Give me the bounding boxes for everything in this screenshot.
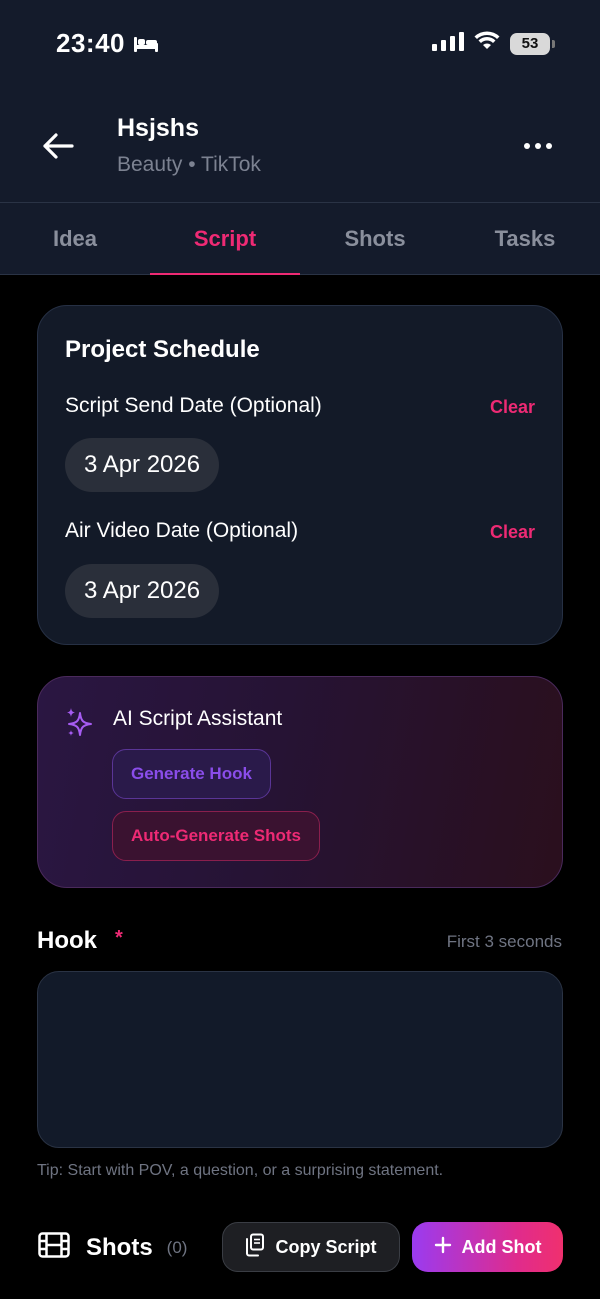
more-dot [546, 143, 552, 149]
shots-title: Shots [86, 1233, 153, 1261]
back-button[interactable] [36, 124, 80, 168]
tab-idea[interactable]: Idea [0, 203, 150, 274]
copy-script-label: Copy Script [275, 1236, 377, 1257]
bed-icon [133, 35, 159, 53]
battery-indicator: 53 [510, 32, 555, 55]
tab-shots[interactable]: Shots [300, 203, 450, 274]
sparkle-icon [64, 707, 94, 744]
generate-hook-button[interactable]: Generate Hook [112, 749, 271, 799]
required-marker: * [115, 927, 123, 949]
clear-air-video-date-button[interactable]: Clear [490, 522, 535, 543]
time-text: 23:40 [56, 28, 125, 58]
plus-icon [434, 1236, 452, 1259]
arrow-left-icon [43, 133, 74, 159]
hook-hint: First 3 seconds [446, 932, 562, 951]
air-video-date-picker[interactable]: 3 Apr 2026 [65, 564, 220, 618]
shots-count: (0) [166, 1237, 188, 1257]
hook-label: Hook [37, 927, 97, 954]
add-shot-button[interactable]: Add Shot [412, 1222, 563, 1272]
clear-script-send-date-button[interactable]: Clear [490, 397, 535, 418]
shots-section-header: Shots (0) [38, 1232, 187, 1263]
schedule-title: Project Schedule [65, 336, 260, 363]
copy-script-button[interactable]: Copy Script [222, 1222, 400, 1272]
ai-assistant-title: AI Script Assistant [113, 707, 283, 730]
tab-bar: Idea Script Shots Tasks [0, 203, 600, 275]
more-dot [524, 143, 530, 149]
wifi-icon [474, 31, 500, 56]
more-dot [535, 143, 541, 149]
header: Hsjshs Beauty • TikTok [0, 100, 600, 200]
project-schedule-card: Project Schedule Script Send Date (Optio… [37, 305, 563, 645]
auto-generate-shots-button[interactable]: Auto-Generate Shots [112, 811, 321, 861]
tab-tasks[interactable]: Tasks [450, 203, 600, 274]
more-options-button[interactable] [516, 126, 560, 166]
copy-icon [245, 1233, 265, 1262]
film-icon [38, 1232, 70, 1263]
page-subtitle: Beauty • TikTok [117, 153, 261, 176]
script-send-date-label: Script Send Date (Optional) [65, 394, 322, 417]
page-title: Hsjshs [117, 114, 199, 142]
status-time: 23:40 [56, 28, 159, 59]
top-area: 23:40 53 Hsjshs Beauty • TikTok Idea Scr… [0, 0, 600, 275]
tab-script[interactable]: Script [150, 203, 300, 275]
bottom-bar: Shots (0) Copy Script Add Shot [0, 1218, 600, 1278]
battery-level: 53 [521, 35, 539, 52]
status-bar: 23:40 53 [0, 0, 600, 90]
script-send-date-picker[interactable]: 3 Apr 2026 [65, 438, 220, 492]
hook-tip: Tip: Start with POV, a question, or a su… [37, 1162, 444, 1179]
signal-icon [432, 31, 464, 56]
air-video-date-label: Air Video Date (Optional) [65, 519, 299, 542]
ai-script-assistant-card: AI Script Assistant Generate Hook Auto-G… [37, 676, 563, 888]
hook-input[interactable] [37, 971, 563, 1148]
add-shot-label: Add Shot [461, 1236, 542, 1257]
status-indicators: 53 [432, 31, 555, 56]
